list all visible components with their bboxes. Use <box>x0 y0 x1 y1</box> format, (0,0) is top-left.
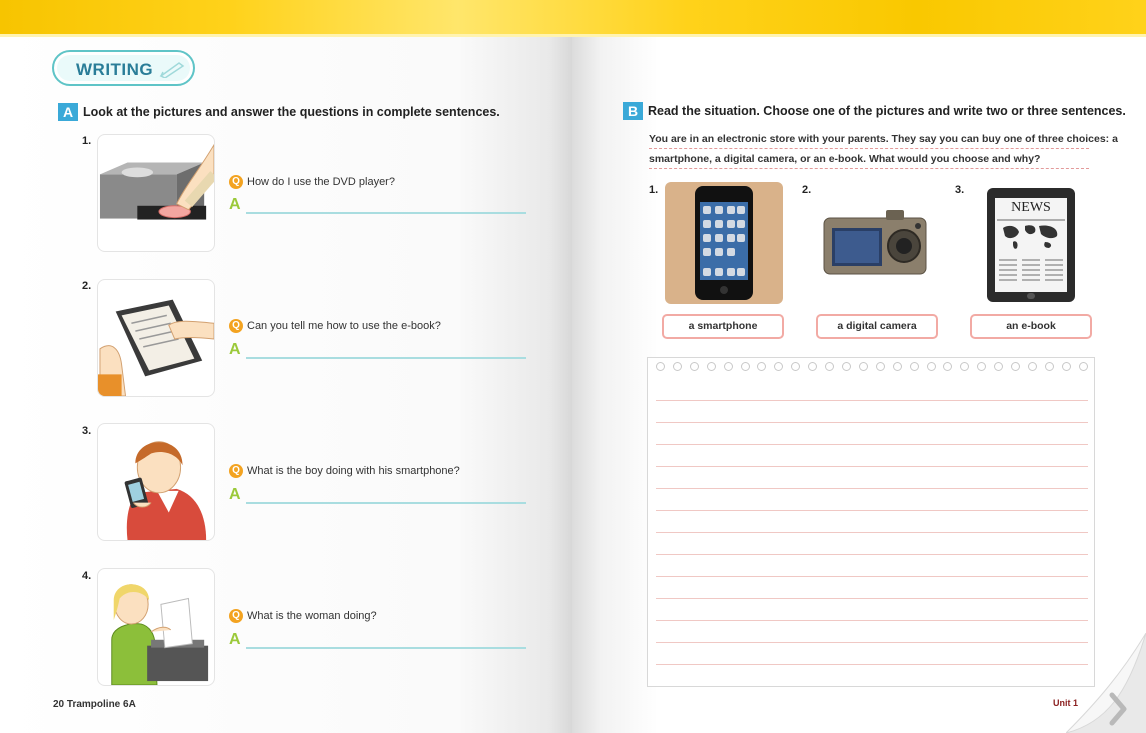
notepad-line <box>656 510 1088 511</box>
question-4-icon: Q <box>229 609 243 623</box>
section-b-instruction: Read the situation. Choose one of the pi… <box>648 104 1126 118</box>
notepad-line <box>656 444 1088 445</box>
situation-line-1: You are in an electronic store with your… <box>649 133 1118 145</box>
notepad-line <box>656 642 1088 643</box>
question-1-icon: Q <box>229 175 243 189</box>
situation-underline-2 <box>649 168 1089 169</box>
item-4-number: 4. <box>82 570 92 582</box>
notepad-line <box>656 532 1088 533</box>
choice-3-number: 3. <box>955 184 965 196</box>
question-2-icon: Q <box>229 319 243 333</box>
notepad-line <box>656 554 1088 555</box>
choice-1-label[interactable]: a smartphone <box>662 314 784 339</box>
section-b-badge: B <box>623 102 643 120</box>
answer-2-marker: A <box>229 341 241 358</box>
digital-camera-photo[interactable] <box>820 208 930 280</box>
situation-line-2: smartphone, a digital camera, or an e-bo… <box>649 153 1041 165</box>
notepad-rings <box>656 362 1088 374</box>
smartphone-photo[interactable] <box>665 182 783 304</box>
notepad-line <box>656 664 1088 665</box>
writing-section-badge: WRITING <box>52 50 195 86</box>
choice-2-number: 2. <box>802 184 812 196</box>
e-book-screen-title: NEWS <box>1011 200 1051 215</box>
answer-2-line[interactable] <box>246 357 526 359</box>
answer-3-line[interactable] <box>246 502 526 504</box>
boy-smartphone-illustration <box>124 441 207 540</box>
next-page-arrow-icon[interactable] <box>1066 633 1146 733</box>
question-3-text: What is the boy doing with his smartphon… <box>247 465 460 477</box>
notepad-line <box>656 598 1088 599</box>
writing-notepad[interactable] <box>647 357 1095 687</box>
item-3-picture <box>97 423 215 541</box>
notepad-line <box>656 400 1088 401</box>
notepad-line <box>656 466 1088 467</box>
notepad-line <box>656 488 1088 489</box>
situation-underline-1 <box>649 148 1089 149</box>
item-3-number: 3. <box>82 425 92 437</box>
notepad-line <box>656 422 1088 423</box>
item-4-picture <box>97 568 215 686</box>
answer-1-line[interactable] <box>246 212 526 214</box>
choice-1-number: 1. <box>649 184 659 196</box>
e-book-illustration <box>98 299 214 396</box>
answer-4-line[interactable] <box>246 647 526 649</box>
item-2-number: 2. <box>82 280 92 292</box>
answer-4-marker: A <box>229 631 241 648</box>
woman-scanner-illustration <box>111 584 209 685</box>
choice-2-label[interactable]: a digital camera <box>816 314 938 339</box>
item-1-number: 1. <box>82 135 92 147</box>
item-1-picture <box>97 134 215 252</box>
question-2-text: Can you tell me how to use the e-book? <box>247 320 441 332</box>
e-book-photo[interactable]: NEWS <box>987 188 1075 302</box>
top-banner <box>0 0 1146 37</box>
question-3-icon: Q <box>229 464 243 478</box>
choice-3-label[interactable]: an e-book <box>970 314 1092 339</box>
dvd-player-illustration <box>99 143 214 220</box>
world-map-icon <box>997 219 1065 281</box>
answer-1-marker: A <box>229 196 241 213</box>
answer-3-marker: A <box>229 486 241 503</box>
left-page-footer: 20 Trampoline 6A <box>53 699 136 710</box>
pen-icon <box>159 62 185 78</box>
section-a-badge: A <box>58 103 78 121</box>
notepad-line <box>656 620 1088 621</box>
writing-label: WRITING <box>76 60 154 79</box>
item-2-picture <box>97 279 215 397</box>
notepad-line <box>656 576 1088 577</box>
question-1-text: How do I use the DVD player? <box>247 176 395 188</box>
question-4-text: What is the woman doing? <box>247 610 377 622</box>
section-a-instruction: Look at the pictures and answer the ques… <box>83 105 500 119</box>
